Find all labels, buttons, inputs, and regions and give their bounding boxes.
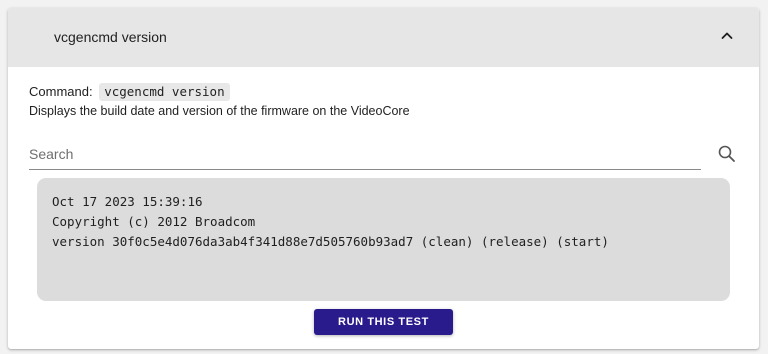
output-line: Oct 17 2023 15:39:16: [52, 194, 203, 209]
output-text: Oct 17 2023 15:39:16 Copyright (c) 2012 …: [52, 192, 609, 252]
run-test-button[interactable]: RUN THIS TEST: [314, 309, 453, 335]
command-code: vcgencmd version: [99, 83, 230, 101]
test-panel: vcgencmd version Command: vcgencmd versi…: [8, 8, 759, 349]
search-field: [29, 141, 701, 170]
command-description: Displays the build date and version of t…: [29, 104, 410, 118]
output-line: Copyright (c) 2012 Broadcom: [52, 214, 256, 229]
output-box: Oct 17 2023 15:39:16 Copyright (c) 2012 …: [37, 178, 730, 301]
panel-title: vcgencmd version: [54, 29, 167, 45]
search-icon[interactable]: [717, 144, 737, 164]
command-line: Command: vcgencmd version: [29, 83, 230, 101]
chevron-up-icon[interactable]: [719, 28, 735, 44]
command-label: Command:: [29, 84, 93, 99]
panel-header[interactable]: vcgencmd version: [8, 8, 759, 67]
output-line: version 30f0c5e4d076da3ab4f341d88e7d5057…: [52, 234, 609, 249]
search-input[interactable]: [29, 141, 701, 167]
